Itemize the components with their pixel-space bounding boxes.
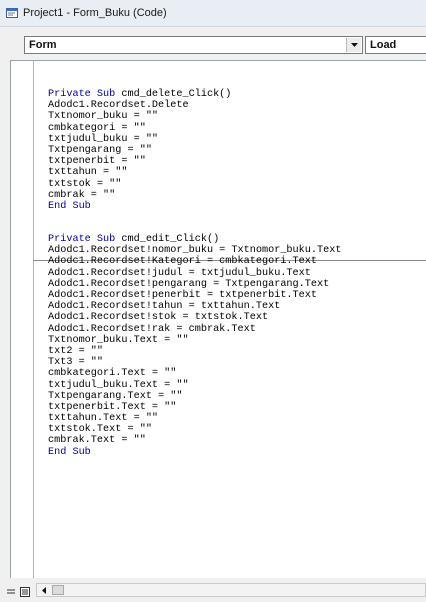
code-line[interactable]: txtstok.Text = "" [48,424,341,435]
editor-status-bar [0,578,426,602]
code-line[interactable]: End Sub [48,447,341,458]
code-line[interactable]: Adodc1.Recordset!nomor_buku = Txtnomor_b… [48,245,341,256]
object-dropdown-button[interactable] [346,38,361,52]
code-line[interactable]: cmbkategori = "" [48,123,341,134]
code-line[interactable]: cmbrak.Text = "" [48,435,341,446]
code-window: Project1 - Form_Buku (Code) Form Load Pr… [0,0,426,602]
code-line[interactable]: Adodc1.Recordset!tahun = txttahun.Text [48,301,341,312]
code-line[interactable]: cmbrak = "" [48,190,341,201]
code-line[interactable]: txtjudul_buku.Text = "" [48,380,341,391]
full-module-view-icon [20,587,30,597]
blank-gap [48,212,341,234]
object-combo-value: Form [29,39,57,51]
code-keyword: End Sub [48,446,91,458]
horizontal-scrollbar[interactable] [36,583,426,597]
code-line[interactable]: Txtnomor_buku = "" [48,111,341,122]
code-text-segment: cmd_delete_Click() [115,89,232,100]
code-line[interactable]: Adodc1.Recordset!stok = txtstok.Text [48,312,341,323]
chevron-down-icon [350,43,358,47]
scroll-left-button[interactable] [37,584,51,596]
code-keyword: End Sub [48,200,91,212]
code-line[interactable]: Adodc1.Recordset!judul = txtjudul_buku.T… [48,268,341,279]
code-line[interactable]: End Sub [48,201,341,212]
object-combo[interactable]: Form [24,36,363,54]
code-line[interactable]: txtpenerbit.Text = "" [48,402,341,413]
code-editor[interactable]: Private Sub cmd_delete_Click() Adodc1.Rec… [10,60,426,578]
chevron-left-icon [42,586,46,594]
code-line[interactable]: Adodc1.Recordset!penerbit = txtpenerbit.… [48,290,341,301]
editor-margin[interactable] [11,61,34,578]
code-line[interactable]: Adodc1.Recordset!Kategori = cmbkategori.… [48,256,341,267]
code-line[interactable]: txtpenerbit = "" [48,156,341,167]
code-keyword: Private Sub [48,234,116,246]
vb-code-window-icon[interactable] [6,8,18,18]
procedure-combo[interactable]: Load [365,36,426,54]
window-title: Project1 - Form_Buku (Code) [23,7,167,19]
code-text-segment: cmd_edit_Click() [115,234,220,246]
code-keyword: Private Sub [48,89,116,100]
code-line[interactable]: txtstok = "" [48,179,341,190]
code-line[interactable]: Txtnomor_buku.Text = "" [48,335,341,346]
code-line[interactable]: Txtpengarang.Text = "" [48,391,341,402]
code-toolbar: Form Load [0,27,426,61]
scrollbar-thumb[interactable] [52,585,64,595]
code-line[interactable]: cmbkategori.Text = "" [48,368,341,379]
code-line[interactable]: txttahun.Text = "" [48,413,341,424]
code-line[interactable]: txt2 = "" [48,346,341,357]
procedure-view-icon [7,589,15,594]
code-line[interactable]: Adodc1.Recordset!pengarang = Txtpengaran… [48,279,341,290]
full-module-view-button[interactable] [20,584,30,597]
code-line[interactable]: txttahun = "" [48,167,341,178]
code-line[interactable]: Txt3 = "" [48,357,341,368]
code-line[interactable]: Adodc1.Recordset.Delete [48,100,341,111]
code-line[interactable]: Private Sub cmd_delete_Click() [48,89,341,100]
procedure-view-button[interactable] [6,584,16,594]
code-line[interactable]: txtjudul_buku = "" [48,134,341,145]
title-bar[interactable]: Project1 - Form_Buku (Code) [0,0,426,27]
code-text[interactable]: Private Sub cmd_delete_Click() Adodc1.Rec… [48,89,341,458]
code-line[interactable]: Txtpengarang = "" [48,145,341,156]
procedure-combo-value: Load [370,39,397,51]
code-line[interactable]: Private Sub cmd_edit_Click() [48,234,341,245]
code-line[interactable]: Adodc1.Recordset!rak = cmbrak.Text [48,324,341,335]
